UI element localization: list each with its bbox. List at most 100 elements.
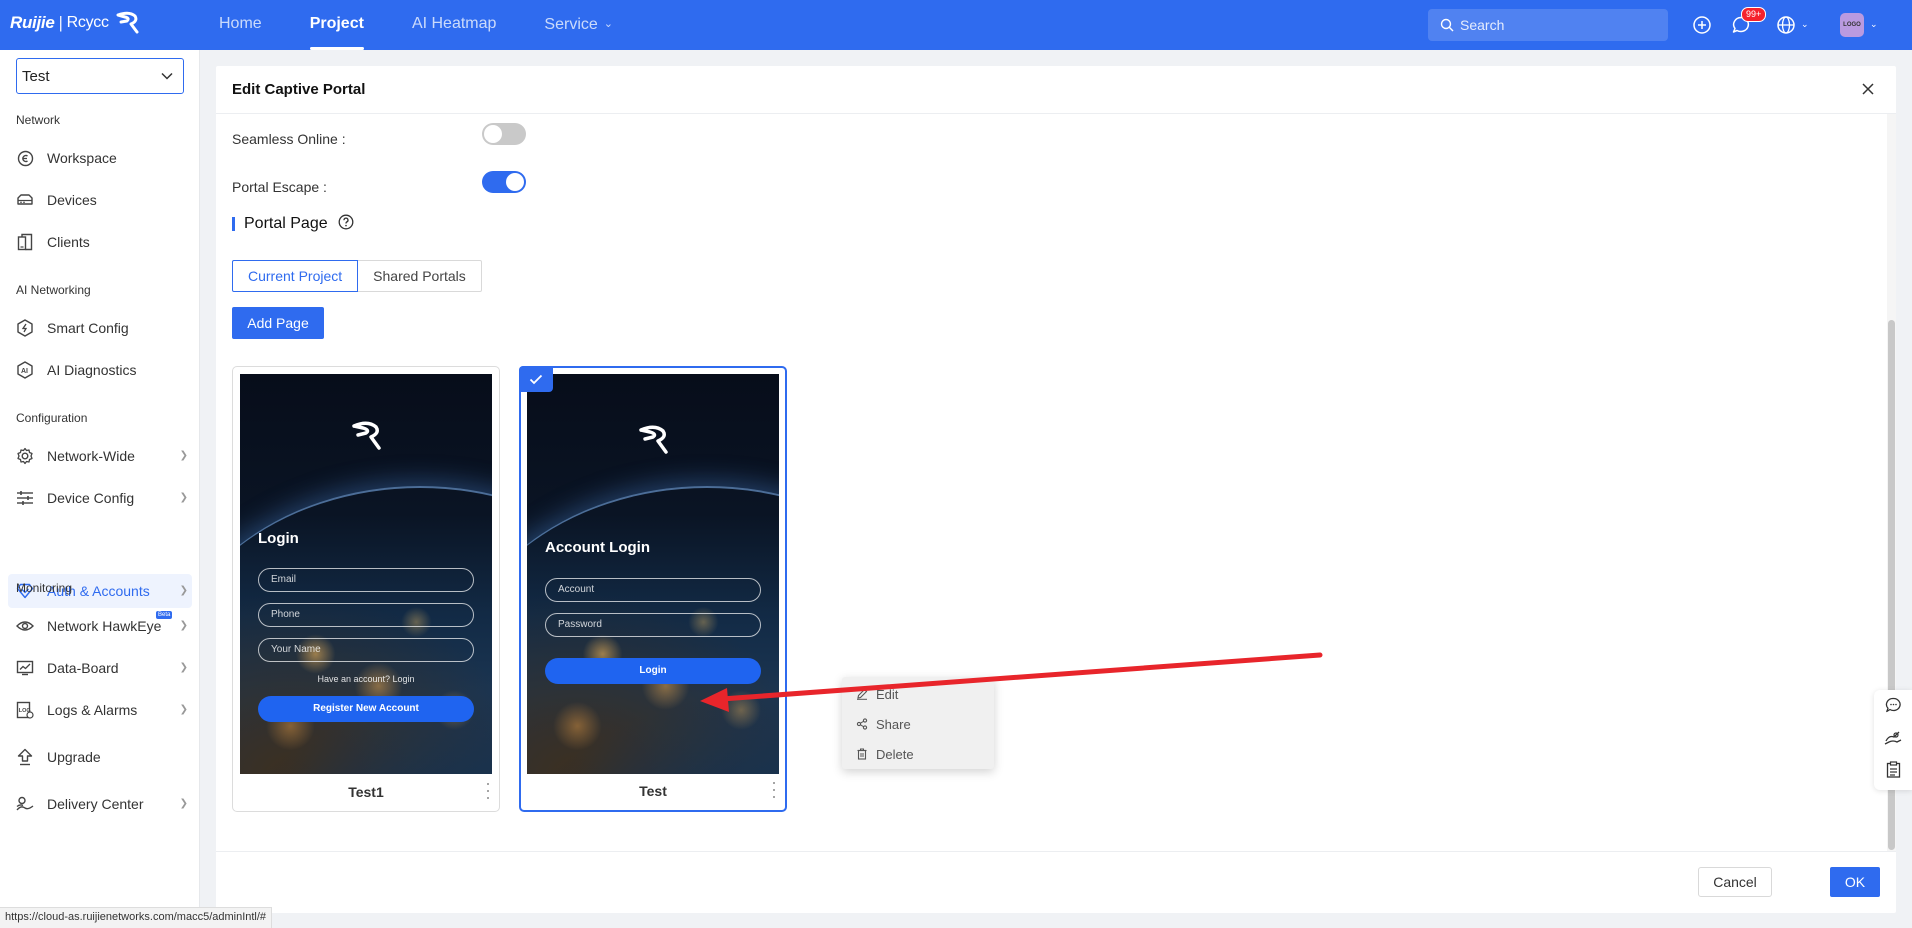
close-icon: [1862, 83, 1874, 95]
portal-preview[interactable]: Login Email Phone Your Name Have an acco…: [240, 374, 492, 774]
portal-escape-toggle[interactable]: [482, 171, 526, 193]
preview-title: Account Login: [545, 539, 650, 556]
portal-logo-icon: [639, 425, 668, 454]
svg-text:AI: AI: [21, 368, 28, 375]
avatar[interactable]: LOGO: [1840, 13, 1864, 37]
sidebar-item-network-wide[interactable]: Network-Wide ❯: [8, 439, 192, 473]
log-icon: LOG: [16, 701, 34, 719]
nav-project[interactable]: Project: [286, 0, 388, 50]
dialog-footer: Cancel OK: [216, 851, 1896, 913]
menu-item-label: Delete: [876, 746, 914, 762]
cancel-button[interactable]: Cancel: [1698, 867, 1772, 897]
language-chevron-icon[interactable]: ⌄: [1801, 19, 1809, 30]
portal-card-test[interactable]: Account Login Account Password Login Tes…: [519, 366, 787, 812]
preview-title: Login: [258, 530, 299, 547]
top-navigation-bar: Ruijie | Rcycc Home Project AI Heatmap S…: [0, 0, 1912, 50]
dialog-header: Edit Captive Portal: [216, 66, 1896, 114]
card-context-menu: Edit Share Delete: [842, 677, 994, 769]
nav-service[interactable]: Service ⌄: [520, 0, 637, 50]
chevron-right-icon: ❯: [179, 450, 188, 461]
preview-field: Account: [545, 578, 761, 602]
menu-item-share[interactable]: Share: [842, 709, 994, 739]
sidebar-item-devices[interactable]: Devices: [8, 183, 192, 217]
project-select[interactable]: Test: [16, 58, 184, 94]
sidebar-item-logs-alarms[interactable]: LOG Logs & Alarms ❯: [8, 693, 192, 727]
card-name: Test: [639, 783, 667, 799]
ok-button[interactable]: OK: [1830, 867, 1880, 897]
sliders-icon: [16, 489, 34, 507]
search-input[interactable]: [1460, 17, 1660, 33]
preview-button: Register New Account: [258, 696, 474, 722]
nav-ai-heatmap[interactable]: AI Heatmap: [388, 0, 520, 50]
portal-card-test1[interactable]: Login Email Phone Your Name Have an acco…: [232, 366, 500, 812]
sidebar-item-label: Device Config: [47, 490, 135, 506]
add-circle-icon[interactable]: [1690, 13, 1714, 37]
preview-field: Email: [258, 568, 474, 592]
sidebar-item-label: Workspace: [47, 150, 117, 166]
section-ai-networking: AI Networking: [16, 283, 91, 297]
toggle-knob: [506, 173, 524, 191]
sidebar-item-data-board[interactable]: Data-Board ❯: [8, 651, 192, 685]
share-icon: [856, 718, 868, 730]
brand-logo[interactable]: Ruijie | Rcycc: [10, 11, 141, 35]
tab-shared-portals[interactable]: Shared Portals: [358, 260, 482, 292]
portal-logo-icon: [352, 421, 381, 450]
trash-icon: [857, 748, 867, 760]
notification-badge: 99+: [1741, 7, 1767, 22]
sidebar-item-label: Logs & Alarms: [47, 702, 138, 718]
preview-button: Login: [545, 658, 761, 684]
menu-item-edit[interactable]: Edit: [842, 679, 994, 709]
sidebar-item-clients[interactable]: Clients: [8, 225, 192, 259]
tab-current-project[interactable]: Current Project: [232, 260, 359, 292]
clipboard-icon[interactable]: [1884, 760, 1902, 778]
edit-icon: [857, 688, 868, 700]
chevron-right-icon: ❯: [179, 585, 188, 596]
more-options-icon[interactable]: [769, 782, 779, 798]
sidebar-item-upgrade[interactable]: Upgrade: [8, 740, 192, 774]
brand-mark-icon: [116, 11, 139, 34]
seamless-online-toggle[interactable]: [482, 123, 526, 145]
nav-home-label: Home: [219, 15, 262, 32]
avatar-chevron-icon[interactable]: ⌄: [1870, 19, 1878, 30]
eye-icon: [16, 617, 34, 635]
toggle-knob: [484, 125, 502, 143]
upload-icon: [16, 748, 34, 766]
sidebar-item-ai-diagnostics[interactable]: AI AI Diagnostics: [8, 353, 192, 387]
dashboard-icon: [16, 659, 34, 677]
global-search[interactable]: [1428, 9, 1668, 41]
preview-hint: Have an account? Login: [317, 674, 415, 684]
seamless-online-label: Seamless Online :: [232, 131, 346, 147]
devices-icon: [16, 191, 34, 209]
menu-item-delete[interactable]: Delete: [842, 739, 994, 769]
sidebar-item-delivery-center[interactable]: Delivery Center ❯: [8, 787, 192, 821]
chevron-right-icon: ❯: [179, 704, 188, 715]
globe-icon[interactable]: [1774, 13, 1798, 37]
chat-icon[interactable]: [1884, 696, 1902, 714]
nav-home[interactable]: Home: [195, 0, 286, 50]
nav-service-label: Service: [544, 16, 598, 33]
floating-toolbar: [1874, 690, 1912, 790]
more-options-icon[interactable]: [483, 783, 493, 799]
chevron-right-icon: ❯: [179, 798, 188, 809]
sidebar-item-network-hawkeye[interactable]: Network HawkEye Beta ❯: [8, 609, 192, 643]
add-page-button[interactable]: Add Page: [232, 307, 324, 339]
portal-preview[interactable]: Account Login Account Password Login: [527, 374, 779, 774]
brand-separator: |: [58, 13, 63, 32]
section-monitoring: Monitoring: [16, 581, 73, 595]
close-button[interactable]: [1856, 77, 1880, 101]
beta-badge: Beta: [156, 611, 173, 619]
preview-field: Your Name: [258, 638, 474, 662]
delivery-icon: [16, 795, 34, 813]
status-bar-url: https://cloud-as.ruijienetworks.com/macc…: [0, 907, 273, 928]
sidebar-item-label: Network HawkEye: [47, 618, 162, 634]
menu-item-label: Share: [876, 716, 911, 732]
sidebar-item-label: Smart Config: [47, 320, 129, 336]
sidebar-item-smart-config[interactable]: Smart Config: [8, 311, 192, 345]
sidebar-item-label: Delivery Center: [47, 796, 144, 812]
sidebar-item-device-config[interactable]: Device Config ❯: [8, 481, 192, 515]
sidebar-item-workspace[interactable]: Workspace: [8, 141, 192, 175]
card-name: Test1: [348, 784, 384, 800]
edit-captive-portal-dialog: Edit Captive Portal Seamless Online : Po…: [216, 66, 1896, 913]
help-icon[interactable]: [338, 214, 354, 235]
feedback-icon[interactable]: [1884, 728, 1902, 746]
